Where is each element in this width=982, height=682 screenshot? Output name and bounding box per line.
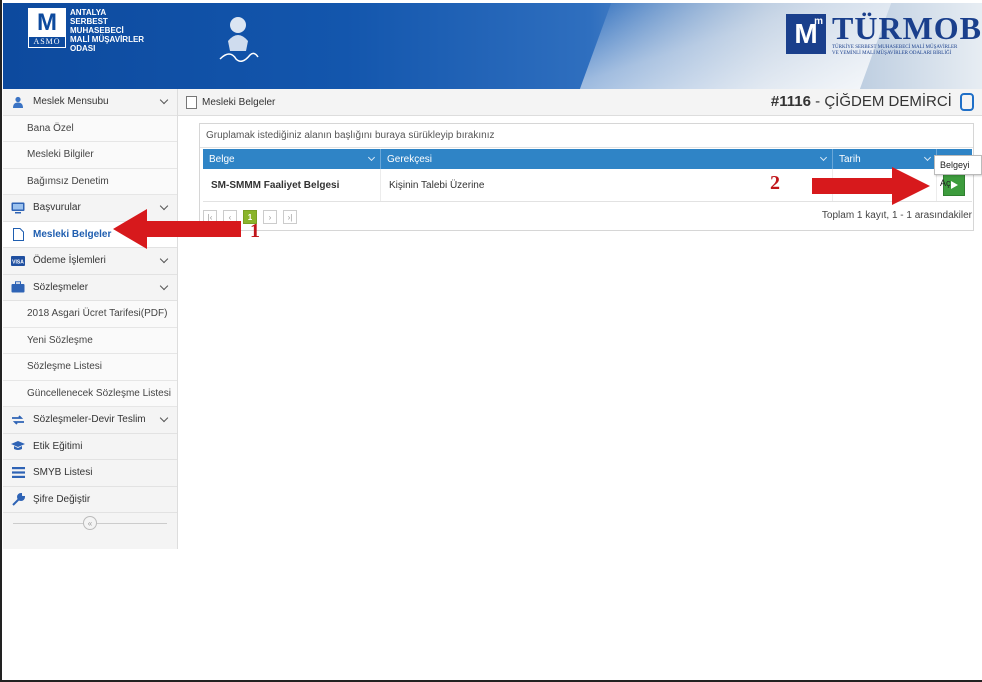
- user-name: ÇİĞDEM DEMİRCİ: [824, 93, 952, 110]
- turmob-subtitle-2: VE YEMİNLİ MALİ MÜŞAVİRLER ODALARI BİRLİ…: [832, 51, 952, 56]
- cell-gerekcesi: Kişinin Talebi Üzerine: [381, 169, 833, 201]
- column-header-belge[interactable]: Belge: [203, 149, 381, 169]
- sidebar-item-label: Etik Eğitimi: [33, 440, 83, 452]
- asmo-logo-name: ASMO: [29, 37, 65, 47]
- user-separator: -: [810, 93, 825, 110]
- sidebar-subitem-bana-ozel[interactable]: Bana Özel: [3, 115, 177, 142]
- asmo-logo-mark: M ASMO: [28, 8, 66, 48]
- cell-belge: SM-SMMM Faaliyet Belgesi: [203, 169, 381, 201]
- turmob-name: TÜRMOB: [832, 10, 982, 46]
- asmo-line-4: ODASI: [70, 44, 96, 53]
- sidebar-collapse: «: [3, 513, 177, 533]
- wrench-icon: [11, 492, 25, 506]
- annotation-label-1: 1: [250, 220, 260, 242]
- user-menu-button[interactable]: [960, 93, 974, 112]
- asmo-logo-letter: M: [29, 9, 65, 37]
- sidebar-item-label: Sözleşmeler: [33, 281, 89, 293]
- annotation-arrow-2-icon: [812, 167, 930, 205]
- chevron-down-icon: [159, 95, 169, 105]
- sidebar-item-sozlesmeler-devir-teslim[interactable]: Sözleşmeler-Devir Teslim: [3, 407, 177, 434]
- pager: |‹ ‹ 1 › ›| Toplam 1 kayıt, 1 - 1 arasın…: [203, 206, 972, 228]
- asmo-logo-text: ANTALYA SERBEST MUHASEBECİ MALİ MÜŞAVİRL…: [70, 8, 160, 53]
- visa-card-icon: VISA: [11, 255, 25, 267]
- turmob-logo[interactable]: Mm TÜRMOB TÜRKİYE SERBEST MUHASEBECİ MAL…: [786, 11, 982, 57]
- annotation-label-2: 2: [770, 172, 780, 194]
- turmob-logo-sub: m: [814, 16, 823, 27]
- sidebar-item-odeme-islemleri[interactable]: VISA Ödeme İşlemleri: [3, 248, 177, 275]
- ataturk-signature-icon: [219, 17, 259, 62]
- chevron-down-icon[interactable]: [367, 153, 376, 162]
- grid-header: Belge Gerekçesi Tarih: [203, 149, 972, 169]
- user-id: #1116: [770, 93, 811, 110]
- group-drop-area[interactable]: Gruplamak istediğiniz alanın başlığını b…: [200, 124, 973, 148]
- chevron-down-icon: [159, 254, 169, 264]
- sidebar-item-label: Başvurular: [33, 202, 81, 214]
- monitor-icon: [11, 202, 25, 214]
- open-document-tooltip: Belgeyi Aç: [934, 155, 982, 188]
- collapse-icon[interactable]: «: [83, 516, 97, 530]
- sidebar-item-sifre-degistir[interactable]: Şifre Değiştir: [3, 486, 177, 513]
- sidebar-item-label: Mesleki Belgeler: [33, 228, 112, 240]
- pager-info: Toplam 1 kayıt, 1 - 1 arasındakiler: [821, 210, 972, 221]
- last-page-button[interactable]: ›|: [283, 210, 297, 224]
- visa-card-icon-text: VISA: [12, 259, 24, 265]
- column-header-label: Tarih: [839, 153, 861, 165]
- user-info: #1116 - ÇİĞDEM DEMİRCİ: [770, 93, 974, 112]
- turmob-logo-text: TÜRMOB TÜRKİYE SERBEST MUHASEBECİ MALİ M…: [832, 11, 982, 57]
- breadcrumb: Mesleki Belgeler #1116 - ÇİĞDEM DEMİRCİ: [178, 89, 982, 116]
- chevron-down-icon[interactable]: [923, 153, 932, 162]
- sidebar-item-smyb-listesi[interactable]: SMYB Listesi: [3, 460, 177, 487]
- briefcase-icon: [11, 281, 25, 293]
- chevron-down-icon: [159, 281, 169, 290]
- graduation-cap-icon: [11, 440, 25, 452]
- sidebar-subitem-sozlesme-listesi[interactable]: Sözleşme Listesi: [3, 354, 177, 381]
- transfer-icon: [11, 414, 25, 426]
- sidebar-subitem-bagimsiz-denetim[interactable]: Bağımsız Denetim: [3, 168, 177, 195]
- site-header: M ASMO ANTALYA SERBEST MUHASEBECİ MALİ M…: [3, 3, 982, 89]
- column-header-gerekcesi[interactable]: Gerekçesi: [381, 149, 833, 169]
- asmo-line-1: ANTALYA: [70, 8, 107, 17]
- sidebar-item-label: Meslek Mensubu: [33, 96, 109, 108]
- sidebar-item-label: Ödeme İşlemleri: [33, 255, 106, 267]
- sidebar-subitem-mesleki-bilgiler[interactable]: Mesleki Bilgiler: [3, 142, 177, 169]
- document-icon: [11, 227, 25, 241]
- column-header-tarih[interactable]: Tarih: [833, 149, 937, 169]
- asmo-line-2: SERBEST MUHASEBECİ: [70, 17, 124, 35]
- turmob-logo-mark: Mm: [786, 14, 826, 54]
- sidebar: Meslek Mensubu Bana Özel Mesleki Bilgile…: [3, 89, 178, 549]
- column-header-label: Belge: [209, 153, 235, 165]
- sidebar-item-label: Şifre Değiştir: [33, 493, 91, 505]
- list-icon: [11, 467, 25, 479]
- chevron-down-icon: [159, 413, 169, 423]
- sidebar-item-meslek-mensubu[interactable]: Meslek Mensubu: [3, 89, 177, 116]
- user-icon: [11, 96, 25, 108]
- next-page-button[interactable]: ›: [263, 210, 277, 224]
- sidebar-item-etik-egitimi[interactable]: Etik Eğitimi: [3, 433, 177, 460]
- page-title: Mesleki Belgeler: [202, 96, 276, 108]
- play-icon: [950, 181, 958, 189]
- asmo-line-3: MALİ MÜŞAVİRLER: [70, 35, 145, 44]
- sidebar-item-label: SMYB Listesi: [33, 467, 93, 479]
- sidebar-subitem-yeni-sozlesme[interactable]: Yeni Sözleşme: [3, 327, 177, 354]
- document-icon: [186, 95, 197, 109]
- annotation-arrow-1-icon: [113, 209, 241, 249]
- sidebar-item-sozlesmeler[interactable]: Sözleşmeler: [3, 274, 177, 301]
- column-header-label: Gerekçesi: [387, 153, 433, 165]
- asmo-logo[interactable]: M ASMO ANTALYA SERBEST MUHASEBECİ MALİ M…: [28, 8, 160, 53]
- sidebar-subitem-asgari-ucret[interactable]: 2018 Asgari Ücret Tarifesi(PDF): [3, 301, 177, 328]
- sidebar-item-label: Sözleşmeler-Devir Teslim: [33, 414, 146, 426]
- chevron-down-icon[interactable]: [819, 153, 828, 162]
- sidebar-subitem-guncellenecek-sozlesme[interactable]: Güncellenecek Sözleşme Listesi: [3, 380, 177, 407]
